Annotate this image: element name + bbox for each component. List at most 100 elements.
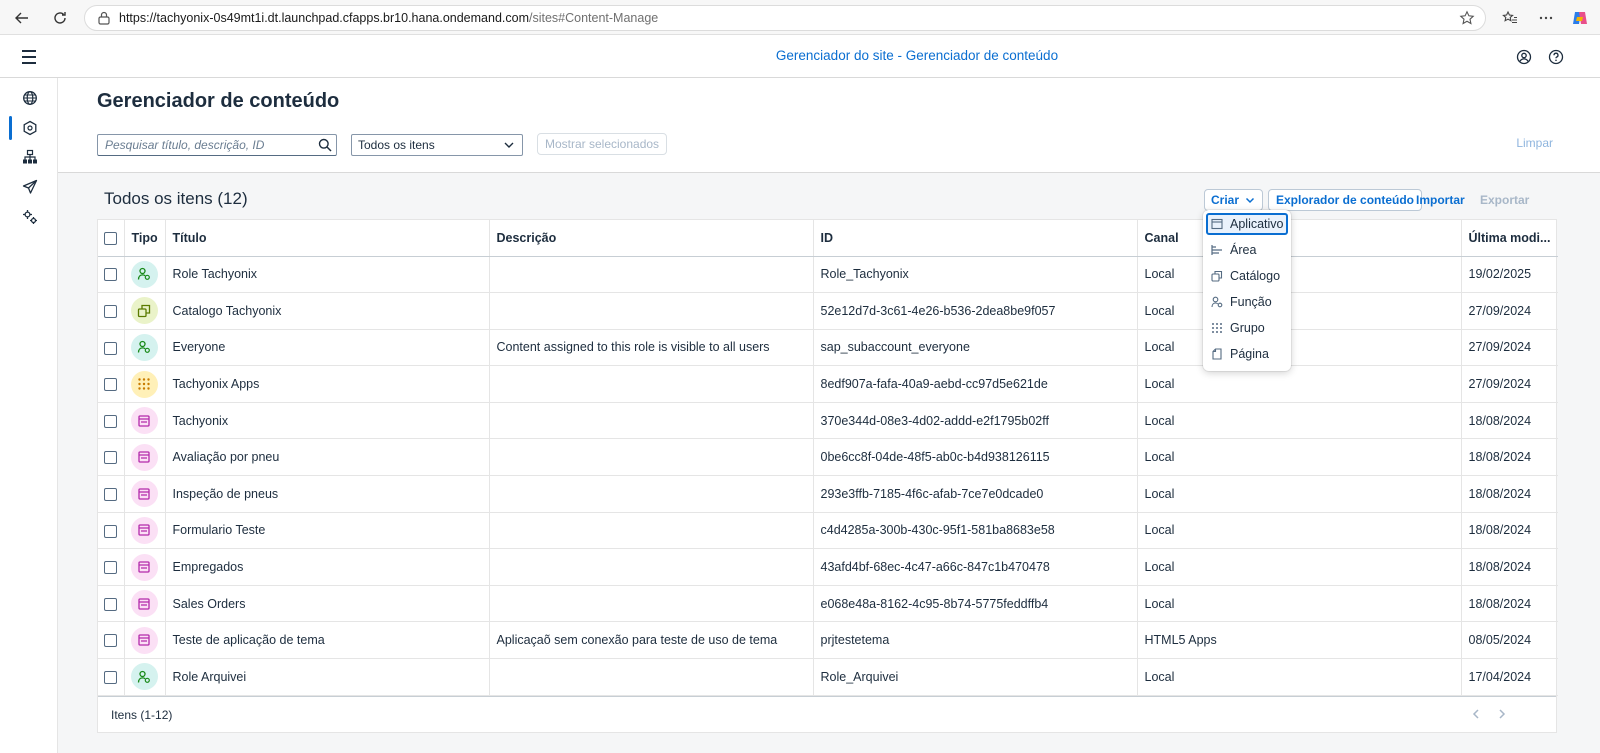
row-description [489, 292, 814, 330]
row-checkbox[interactable] [104, 670, 117, 684]
url-path: /sites#Content-Manage [528, 11, 659, 25]
table-row[interactable]: Role Arquivei Role_Arquivei Local 17/04/202… [98, 658, 1558, 696]
search-field[interactable] [97, 134, 337, 156]
row-title[interactable]: Tachyonix [165, 402, 490, 440]
row-select-cell[interactable] [98, 512, 125, 550]
row-title[interactable]: Role Arquivei [165, 658, 490, 696]
menu-item-area[interactable]: Área [1206, 239, 1288, 261]
menu-item-label: Área [1230, 243, 1257, 257]
select-all-checkbox[interactable] [104, 231, 117, 245]
row-title[interactable]: Inspeção de pneus [165, 475, 490, 513]
row-type-cell [124, 621, 166, 660]
row-checkbox[interactable] [104, 451, 117, 465]
row-description: Content assigned to this role is visible… [489, 329, 814, 367]
previous-page-icon[interactable] [1471, 707, 1481, 724]
menu-item-app[interactable]: Aplicativo [1206, 213, 1288, 235]
row-title[interactable]: Teste de aplicação de tema [165, 621, 490, 660]
row-select-cell[interactable] [98, 256, 125, 294]
page-header: Gerenciador de conteúdo Todos os itens M… [58, 78, 1600, 173]
table-row[interactable]: Avaliação por pneu 0be6cc8f-04de-48f5-ab0… [98, 438, 1558, 477]
import-button[interactable]: Importar [1416, 189, 1465, 211]
column-header-type[interactable]: Tipo [124, 220, 166, 257]
row-select-cell[interactable] [98, 292, 125, 330]
table-row[interactable]: Empregados 43afd4bf-68ec-4c47-a66c-847c1b… [98, 548, 1558, 586]
row-checkbox[interactable] [104, 524, 117, 538]
site-info-icon[interactable] [97, 11, 111, 28]
row-checkbox[interactable] [104, 414, 117, 428]
row-checkbox[interactable] [104, 378, 117, 392]
select-all-cell[interactable] [98, 220, 125, 257]
row-checkbox[interactable] [104, 304, 117, 318]
row-select-cell[interactable] [98, 658, 125, 696]
row-select-cell[interactable] [98, 329, 125, 367]
row-last-modified: 18/08/2024 [1461, 512, 1558, 550]
nav-sites[interactable] [10, 85, 50, 111]
row-select-cell[interactable] [98, 402, 125, 440]
row-title[interactable]: Tachyonix Apps [165, 365, 490, 403]
table-row[interactable]: Inspeção de pneus 293e3ffb-7185-4f6c-afab… [98, 475, 1558, 513]
row-select-cell[interactable] [98, 585, 125, 623]
content-explorer-button[interactable]: Explorador de conteúdo [1268, 189, 1423, 211]
table-row[interactable]: Tachyonix Apps 8edf907a-fafa-40a9-aebd-cc… [98, 365, 1558, 403]
clear-button[interactable]: Limpar [1516, 136, 1553, 150]
row-checkbox[interactable] [104, 487, 117, 501]
column-header-last-modified[interactable]: Última modi... [1461, 220, 1558, 257]
row-checkbox[interactable] [104, 561, 117, 575]
menu-item-role[interactable]: Função [1206, 291, 1288, 313]
table-row[interactable]: Everyone Content assigned to this role is… [98, 329, 1558, 367]
table-row[interactable]: Formulario Teste c4d4285a-300b-430c-95f1-… [98, 512, 1558, 550]
copilot-icon[interactable] [1566, 4, 1594, 32]
nav-content-manager[interactable] [9, 115, 50, 141]
row-title[interactable]: Role Tachyonix [165, 256, 490, 294]
table-row[interactable]: Sales Orders e068e48a-8162-4c95-8b74-5775… [98, 585, 1558, 623]
search-input[interactable] [105, 138, 305, 152]
column-header-id[interactable]: ID [813, 220, 1138, 257]
table-row[interactable]: Catalogo Tachyonix 52e12d7d-3c61-4e26-b53… [98, 292, 1558, 330]
row-title[interactable]: Avaliação por pneu [165, 438, 490, 477]
table-row[interactable]: Role Tachyonix Role_Tachyonix Local 19/02/2… [98, 256, 1558, 294]
reload-icon[interactable] [46, 4, 74, 32]
table-row[interactable]: Tachyonix 370e344d-08e3-4d02-addd-e2f1795… [98, 402, 1558, 440]
filter-select[interactable]: Todos os itens [351, 134, 523, 156]
column-header-description[interactable]: Descrição [489, 220, 814, 257]
menu-item-group[interactable]: Grupo [1206, 317, 1288, 339]
favorites-icon[interactable] [1496, 4, 1524, 32]
row-title[interactable]: Catalogo Tachyonix [165, 292, 490, 330]
row-select-cell[interactable] [98, 475, 125, 513]
row-select-cell[interactable] [98, 365, 125, 403]
row-title[interactable]: Sales Orders [165, 585, 490, 623]
favorite-star-icon[interactable] [1459, 10, 1475, 29]
create-button[interactable]: Criar [1204, 189, 1264, 211]
back-icon[interactable] [8, 4, 36, 32]
row-checkbox[interactable] [104, 341, 117, 355]
row-channel: Local [1137, 585, 1462, 623]
row-checkbox[interactable] [104, 634, 117, 648]
row-select-cell[interactable] [98, 621, 125, 660]
export-button[interactable]: Exportar [1480, 189, 1529, 211]
help-icon[interactable] [1545, 46, 1567, 68]
column-header-title[interactable]: Título [165, 220, 490, 257]
nav-settings[interactable] [10, 204, 50, 230]
row-checkbox[interactable] [104, 597, 117, 611]
column-header-channel[interactable]: Canal [1137, 220, 1462, 257]
table-row[interactable]: Teste de aplicação de tema Aplicaçaõ sem … [98, 621, 1558, 660]
nav-deploy[interactable] [10, 174, 50, 200]
row-title[interactable]: Empregados [165, 548, 490, 586]
row-title[interactable]: Formulario Teste [165, 512, 490, 550]
row-select-cell[interactable] [98, 548, 125, 586]
next-page-icon[interactable] [1497, 707, 1507, 724]
show-selected-button[interactable]: Mostrar selecionados [537, 133, 668, 155]
row-select-cell[interactable] [98, 438, 125, 477]
row-last-modified: 18/08/2024 [1461, 475, 1558, 513]
more-options-icon[interactable] [1532, 4, 1560, 32]
nav-hierarchy[interactable] [10, 144, 50, 170]
row-checkbox[interactable] [104, 268, 117, 282]
role-type-icon [130, 260, 158, 288]
area-icon [1211, 245, 1222, 255]
menu-item-catalog[interactable]: Catálogo [1206, 265, 1288, 287]
address-bar[interactable]: https://tachyonix-0s49mt1i.dt.launchpad.… [84, 5, 1486, 31]
row-title[interactable]: Everyone [165, 329, 490, 367]
menu-item-page[interactable]: Página [1206, 343, 1288, 365]
user-profile-icon[interactable] [1513, 46, 1535, 68]
search-icon[interactable] [318, 138, 332, 155]
